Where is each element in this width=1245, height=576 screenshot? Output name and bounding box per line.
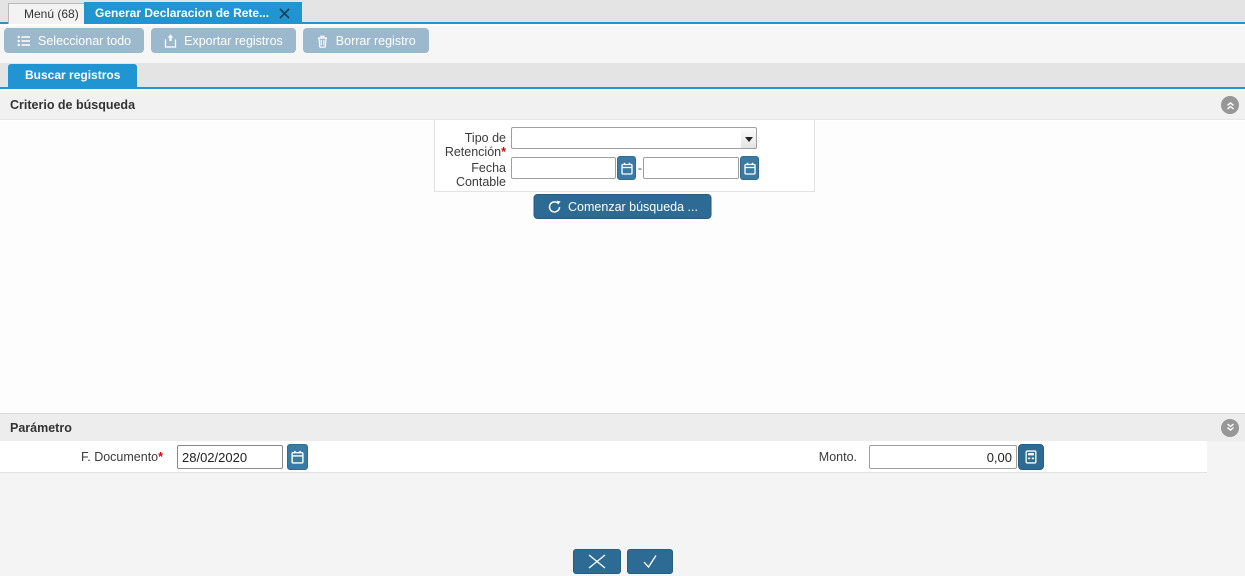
search-criteria-content: Tipo de Retención* Fecha Contable - Come… <box>0 120 1245 413</box>
application-window: Menú (68) Generar Declaracion de Rete...… <box>0 0 1245 576</box>
calendar-icon <box>620 162 633 175</box>
list-icon <box>17 35 30 46</box>
parameter-section-header: Parámetro <box>0 413 1245 441</box>
monto-input[interactable] <box>869 445 1017 469</box>
export-icon <box>164 34 177 48</box>
export-records-button[interactable]: Exportar registros <box>151 28 296 53</box>
trash-icon <box>317 35 327 48</box>
start-search-button[interactable]: Comenzar búsqueda ... <box>533 194 712 219</box>
f-documento-input[interactable] <box>177 445 283 469</box>
cancel-button[interactable] <box>573 549 621 574</box>
confirm-button[interactable] <box>627 549 673 574</box>
tab-generar-declaracion[interactable]: Generar Declaracion de Rete... <box>84 2 303 24</box>
select-all-button[interactable]: Seleccionar todo <box>4 28 145 53</box>
fecha-desde-calendar-button[interactable] <box>617 156 636 180</box>
criteria-section-header: Criterio de búsqueda <box>0 91 1245 120</box>
required-asterisk: * <box>501 145 506 159</box>
expand-parameter-button[interactable] <box>1221 418 1239 437</box>
fecha-contable-desde-input[interactable] <box>511 157 616 179</box>
f-documento-label-text: F. Documento <box>81 450 159 464</box>
tab-menu[interactable]: Menú (68) <box>8 3 95 24</box>
toolbar-buttons: Seleccionar todo Exportar registros Borr… <box>4 28 429 53</box>
chevrons-up-icon <box>1226 101 1234 110</box>
search-tab-bar: Buscar registros <box>0 63 1245 89</box>
delete-record-label: Borrar registro <box>335 33 416 48</box>
monto-label-text: Monto. <box>818 450 857 464</box>
start-search-label: Comenzar búsqueda ... <box>568 199 698 214</box>
delete-record-button[interactable]: Borrar registro <box>302 28 429 53</box>
search-criteria-panel: Tipo de Retención* Fecha Contable - <box>434 120 815 192</box>
monto-label: Monto. <box>700 450 857 464</box>
tipo-retencion-dropdown-button[interactable] <box>741 127 757 149</box>
caret-down-icon <box>745 137 753 142</box>
f-documento-label: F. Documento* <box>0 450 163 464</box>
tipo-retencion-label-text: Tipo de Retención <box>444 131 506 159</box>
f-documento-calendar-button[interactable] <box>287 444 308 470</box>
fecha-contable-label-text: Fecha Contable <box>455 161 506 189</box>
parameter-area: F. Documento* Monto. <box>0 441 1245 576</box>
calculator-icon <box>1025 450 1037 464</box>
close-icon[interactable] <box>278 7 291 20</box>
tab-generar-declaracion-label: Generar Declaracion de Rete... <box>95 6 270 20</box>
fecha-contable-hasta-input[interactable] <box>643 157 739 179</box>
export-records-label: Exportar registros <box>184 33 283 48</box>
tipo-retencion-label: Tipo de Retención* <box>435 131 506 159</box>
toolbar: Seleccionar todo Exportar registros Borr… <box>0 26 1245 63</box>
select-all-label: Seleccionar todo <box>38 33 132 48</box>
x-icon <box>588 554 606 569</box>
monto-calculator-button[interactable] <box>1018 444 1044 470</box>
calendar-icon <box>743 162 756 175</box>
fecha-hasta-calendar-button[interactable] <box>740 156 759 180</box>
tipo-retencion-input[interactable] <box>511 127 742 149</box>
refresh-icon <box>548 200 561 213</box>
parameter-section-title: Parámetro <box>10 420 72 435</box>
tab-buscar-registros-label: Buscar registros <box>25 68 121 82</box>
date-range-separator: - <box>638 161 642 175</box>
required-asterisk: * <box>158 450 163 464</box>
check-icon <box>643 555 657 569</box>
window-tab-bar: Menú (68) Generar Declaracion de Rete... <box>0 0 1245 24</box>
criteria-section-title: Criterio de búsqueda <box>10 98 136 112</box>
collapse-criteria-button[interactable] <box>1221 96 1239 114</box>
tab-menu-label: Menú (68) <box>24 7 79 21</box>
chevrons-down-icon <box>1226 423 1234 432</box>
fecha-contable-label: Fecha Contable <box>435 161 506 189</box>
tab-buscar-registros[interactable]: Buscar registros <box>8 64 138 87</box>
parameter-row: F. Documento* Monto. <box>0 441 1207 473</box>
calendar-icon <box>291 450 304 464</box>
